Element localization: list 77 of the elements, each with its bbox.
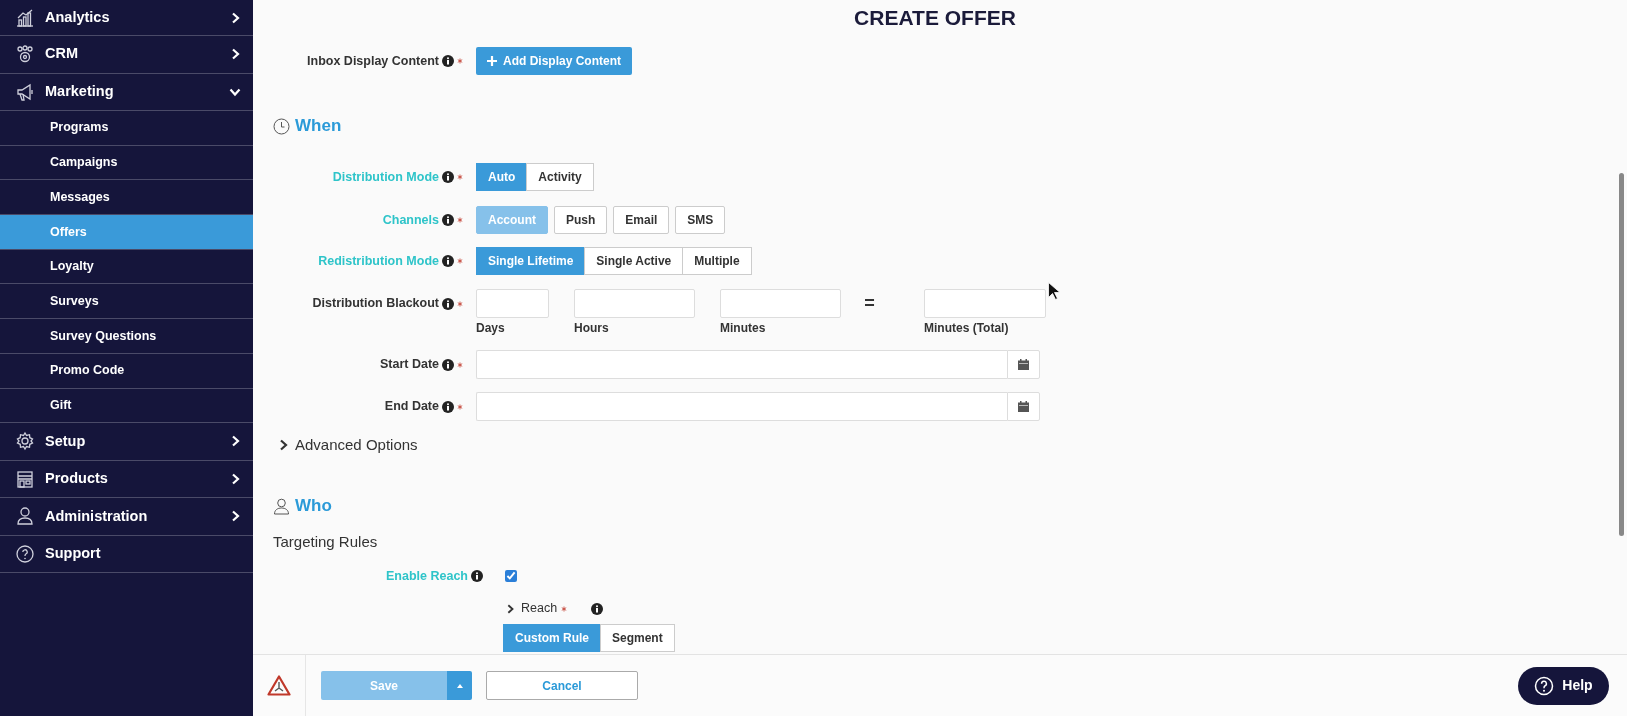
info-icon: [442, 400, 454, 413]
scrollbar-thumb[interactable]: [1619, 173, 1624, 536]
field-caption: Minutes (Total): [924, 321, 1010, 335]
info-icon: [442, 297, 454, 310]
help-icon: [1534, 675, 1555, 696]
info-icon: [471, 570, 483, 583]
field-label: Distribution Mode: [332, 168, 439, 186]
sidebar-subitem[interactable]: Promo Code: [0, 353, 253, 389]
field-label: Channels: [382, 211, 439, 229]
date-field[interactable]: [476, 392, 1007, 421]
calendar-icon: [1018, 359, 1029, 370]
option-button[interactable]: Activity: [526, 163, 594, 191]
person-icon: [15, 506, 35, 527]
sidebar-item[interactable]: Administration: [0, 498, 253, 536]
field-label: Enable Reach: [386, 568, 468, 585]
advanced-options-toggle[interactable]: Advanced Options: [277, 435, 418, 455]
help-button[interactable]: Help: [1518, 666, 1609, 705]
calendar-button[interactable]: [1007, 350, 1040, 379]
field-label: Redistribution Mode: [318, 252, 439, 270]
warning-icon: [267, 675, 291, 696]
field-caption: Minutes: [720, 321, 767, 335]
chart-icon: [15, 7, 35, 28]
person-icon: [273, 497, 290, 515]
info-icon: [442, 171, 454, 183]
sidebar-item[interactable]: Marketing: [0, 73, 253, 111]
number-field[interactable]: [720, 289, 841, 318]
megaphone-icon: [15, 81, 35, 102]
option-button[interactable]: Multiple: [682, 247, 752, 275]
date-field[interactable]: [476, 350, 1007, 379]
option-button[interactable]: Segment: [600, 623, 675, 652]
store-icon: [15, 468, 35, 489]
sidebar-subitem[interactable]: Programs: [0, 111, 253, 146]
sidebar-item[interactable]: Analytics: [0, 0, 253, 36]
sidebar-item[interactable]: CRM: [0, 36, 253, 74]
sidebar-item[interactable]: Setup: [0, 423, 253, 461]
option-button[interactable]: Email: [613, 206, 670, 234]
plus-icon: [487, 56, 497, 66]
dropdown-button[interactable]: [447, 671, 472, 700]
field-caption: Hours: [574, 321, 610, 335]
gear-icon: [15, 431, 35, 452]
field-label: Inbox Display Content: [307, 52, 439, 70]
reach-toggle[interactable]: Reach: [505, 599, 558, 618]
sidebar-subitem[interactable]: Campaigns: [0, 145, 253, 181]
sidebar-subitem[interactable]: Surveys: [0, 284, 253, 320]
sidebar-item[interactable]: Products: [0, 460, 253, 499]
field-label: End Date: [384, 398, 439, 416]
sidebar-subitem[interactable]: Survey Questions: [0, 319, 253, 354]
clock-icon: [273, 117, 290, 135]
caret-icon: [456, 683, 463, 688]
section-subtitle: Targeting Rules: [273, 532, 378, 552]
info-icon: [591, 602, 604, 615]
info-icon: [442, 214, 454, 226]
cursor-icon: [1048, 282, 1060, 300]
sidebar-subitem[interactable]: Gift: [0, 388, 253, 424]
sidebar-subitem[interactable]: Loyalty: [0, 249, 253, 285]
field-caption: Days: [476, 321, 506, 335]
enable-reach-checkbox[interactable]: [505, 570, 517, 583]
option-button[interactable]: Push: [554, 206, 608, 234]
sidebar-item[interactable]: Support: [0, 535, 253, 574]
calendar-button[interactable]: [1007, 392, 1040, 421]
total-field[interactable]: [924, 289, 1046, 318]
option-button[interactable]: Single Active: [584, 247, 684, 275]
section-title: Who: [295, 495, 332, 518]
info-icon: [442, 358, 454, 371]
equals-sign: =: [863, 292, 876, 315]
people-icon: [15, 44, 35, 65]
number-field[interactable]: [574, 289, 695, 318]
info-icon: [442, 255, 454, 267]
help-icon: [15, 543, 35, 564]
option-button[interactable]: SMS: [675, 206, 726, 234]
page-title: CREATE OFFER: [853, 5, 1017, 31]
field-label: Distribution Blackout: [312, 295, 439, 313]
info-icon: [442, 55, 454, 67]
field-label: Start Date: [379, 356, 439, 374]
section-title: When: [295, 115, 342, 138]
number-field[interactable]: [476, 289, 549, 318]
calendar-icon: [1018, 401, 1029, 412]
